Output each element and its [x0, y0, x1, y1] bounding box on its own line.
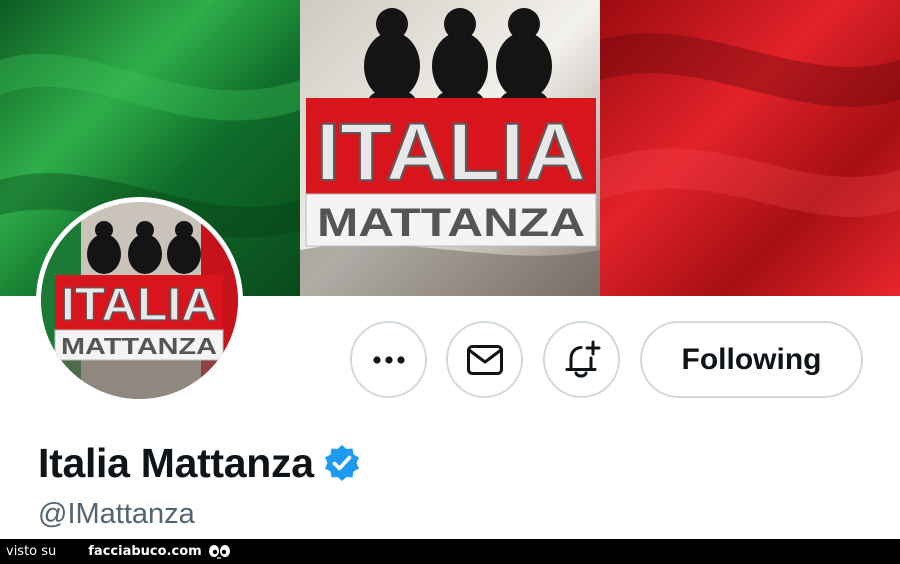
banner-sign-bottom-text: MATTANZA — [317, 201, 585, 245]
profile-handle: @IMattanza — [38, 498, 195, 530]
avatar-sign-top-text: ITALIA — [61, 278, 217, 330]
profile-avatar[interactable]: ITALIA MATTANZA — [36, 197, 243, 404]
message-button[interactable] — [446, 321, 523, 398]
envelope-icon — [466, 344, 503, 375]
profile-name-row: Italia Mattanza — [38, 438, 362, 488]
eyes-icon — [208, 544, 232, 560]
banner-sign-top-text: ITALIA — [316, 107, 586, 198]
profile-display-name: Italia Mattanza — [38, 439, 314, 486]
following-button[interactable]: Following — [640, 321, 863, 398]
verified-badge-icon — [324, 445, 359, 481]
watermark-bar: visto su facciabuco.com — [0, 539, 900, 564]
watermark-prefix: visto su — [6, 544, 57, 559]
notifications-button[interactable] — [543, 321, 620, 398]
avatar-image: ITALIA MATTANZA — [41, 202, 238, 399]
watermark-brand[interactable]: facciabuco.com — [88, 544, 201, 559]
avatar-monkeys-icon — [87, 221, 201, 274]
avatar-sign-bottom-text: MATTANZA — [61, 333, 217, 359]
more-icon — [372, 355, 405, 364]
more-options-button[interactable] — [350, 321, 427, 398]
bell-plus-icon — [565, 340, 600, 377]
